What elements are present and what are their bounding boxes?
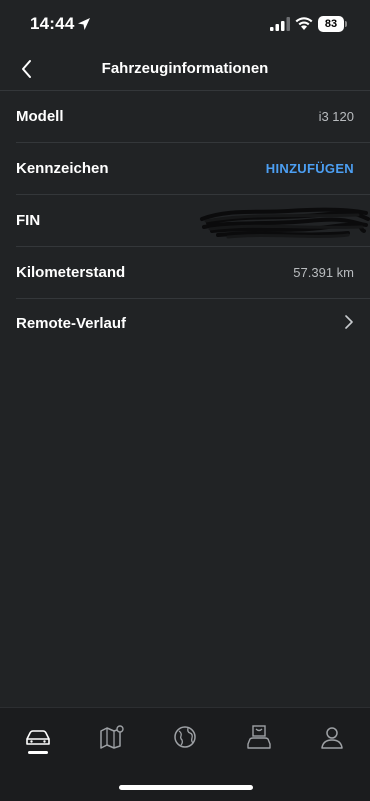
status-bar: 14:44 83 <box>0 0 370 48</box>
battery-icon: 83 <box>318 16 344 32</box>
profile-icon[interactable] <box>318 723 346 751</box>
plate-label: Kennzeichen <box>16 160 109 177</box>
cellular-signal-icon <box>270 17 290 31</box>
active-tab-indicator <box>28 751 48 754</box>
wifi-icon <box>295 17 313 30</box>
mileage-row: Kilometerstand 57.391 km <box>16 247 370 299</box>
home-indicator <box>119 785 253 790</box>
remote-history-row[interactable]: Remote-Verlauf <box>16 299 370 347</box>
mileage-label: Kilometerstand <box>16 264 126 281</box>
shop-car-icon[interactable] <box>245 723 273 751</box>
map-icon[interactable] <box>98 723 126 751</box>
car-icon[interactable] <box>24 723 52 751</box>
model-label: Modell <box>16 108 64 125</box>
header: Fahrzeuginformationen <box>0 48 370 91</box>
battery-tip <box>345 21 347 27</box>
vin-row: FIN <box>16 195 370 247</box>
add-plate-button[interactable]: HINZUFÜGEN <box>266 161 354 176</box>
status-time: 14:44 <box>30 14 75 33</box>
model-row: Modell i3 120 <box>16 91 370 143</box>
location-arrow-icon <box>78 18 90 30</box>
vehicle-info-list: Modell i3 120 Kennzeichen HINZUFÜGEN FIN… <box>0 91 370 347</box>
chevron-right-icon <box>345 315 353 329</box>
model-value: i3 120 <box>318 109 354 124</box>
mileage-value: 57.391 km <box>293 265 354 280</box>
plate-row: Kennzeichen HINZUFÜGEN <box>16 143 370 195</box>
redacted-vin-scribble <box>200 207 370 239</box>
remote-history-label: Remote-Verlauf <box>16 315 127 332</box>
vin-label: FIN <box>16 212 41 229</box>
globe-icon[interactable] <box>171 723 199 751</box>
page-title: Fahrzeuginformationen <box>101 60 269 77</box>
